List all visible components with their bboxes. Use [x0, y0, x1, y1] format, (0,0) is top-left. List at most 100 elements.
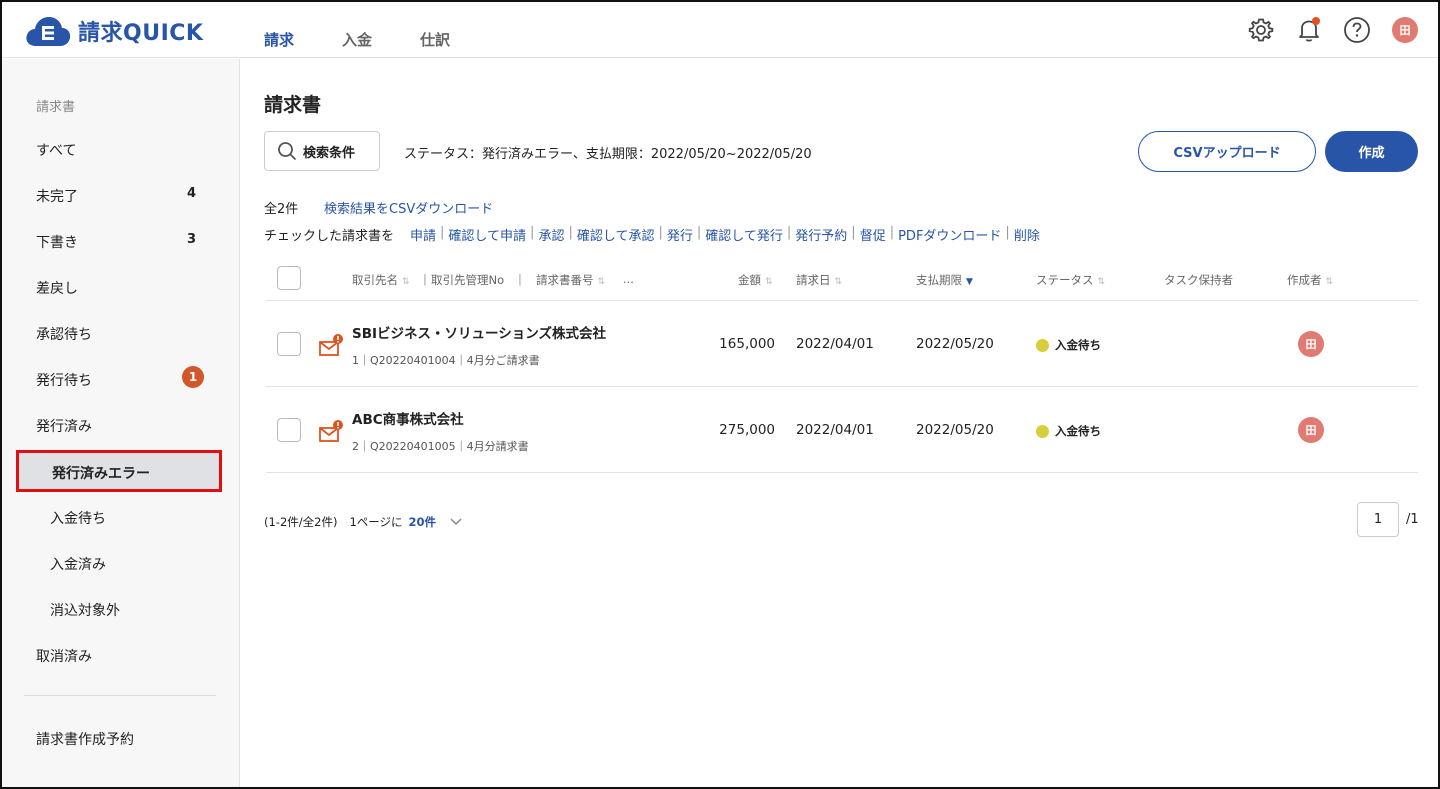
bulk-remind-link[interactable]: 督促 [860, 225, 886, 244]
separator: | [423, 272, 427, 286]
bulk-issue-link[interactable]: 発行 [667, 225, 693, 244]
pagination-range: (1-2件/全2件) [264, 515, 338, 529]
sidebar-divider [24, 695, 216, 696]
per-page-select[interactable]: 20件 [409, 514, 437, 530]
sidebar-item-label: 発行待ち [36, 373, 92, 389]
col-label: 支払期限 [916, 273, 962, 287]
send-error-mail-icon [319, 334, 343, 356]
col-invoice-no[interactable]: 請求書番号 ⇅ [536, 272, 605, 288]
user-menu-button[interactable]: 田 [1390, 15, 1420, 45]
select-all-checkbox[interactable] [277, 266, 301, 290]
sidebar-item-label: 発行済みエラー [52, 466, 150, 482]
col-invoice-date[interactable]: 請求日 ⇅ [796, 272, 842, 288]
sidebar-item-scheduled-creation[interactable]: 請求書作成予約 [36, 729, 206, 749]
col-due-date[interactable]: 支払期限 ▼ [916, 272, 973, 288]
col-customer[interactable]: 取引先名 ⇅ [352, 272, 410, 288]
col-creator[interactable]: 作成者 ⇅ [1287, 272, 1333, 288]
bulk-confirm-issue-link[interactable]: 確認して発行 [705, 225, 783, 244]
app-logo[interactable]: 請求QUICK [24, 14, 203, 48]
separator: | [786, 225, 792, 240]
row-checkbox[interactable] [277, 332, 301, 356]
col-label: ステータス [1036, 273, 1094, 287]
tab-invoice[interactable]: 請求 [264, 29, 294, 50]
bulk-pdf-download-link[interactable]: PDFダウンロード [898, 225, 1001, 244]
create-button[interactable]: 作成 [1325, 131, 1418, 172]
item-count: 3 [186, 232, 196, 247]
row-checkbox[interactable] [277, 418, 301, 442]
due-date: 2022/05/20 [916, 336, 994, 352]
sidebar-item-issued[interactable]: 発行済み [36, 416, 206, 436]
sidebar-item-drafts[interactable]: 下書き 3 [36, 232, 206, 252]
col-task-owner: タスク保持者 [1164, 273, 1233, 287]
separator: | [440, 225, 445, 240]
bulk-schedule-issue-link[interactable]: 発行予約 [795, 225, 847, 244]
sidebar-item-awaiting-payment[interactable]: 入金待ち [50, 508, 220, 528]
csv-upload-button[interactable]: CSVアップロード [1138, 131, 1316, 172]
bulk-apply-link[interactable]: 申請 [410, 225, 436, 244]
search-conditions-button[interactable]: 検索条件 [264, 131, 380, 171]
invoice-meta: 2｜Q20220401005｜4月分請求書 [352, 440, 529, 453]
notification-dot [1312, 17, 1320, 25]
chevron-down-icon[interactable] [450, 518, 462, 526]
bulk-approve-link[interactable]: 承認 [538, 225, 564, 244]
customer-name[interactable]: ABC商事株式会社 [352, 408, 464, 428]
awaiting-issue-badge: 1 [182, 366, 204, 388]
avatar: 田 [1392, 17, 1418, 43]
invoice-meta: 1｜Q20220401004｜4月分ご請求書 [352, 354, 540, 367]
page-title: 請求書 [264, 94, 322, 116]
col-more[interactable]: ... [623, 272, 634, 286]
help-button[interactable] [1342, 15, 1372, 45]
sidebar-item-label: 入金済み [50, 557, 106, 573]
separator: | [1005, 225, 1010, 240]
sidebar-item-cancelled[interactable]: 取消済み [36, 646, 206, 666]
sidebar-item-excluded[interactable]: 消込対象外 [50, 600, 220, 620]
per-page-label: 1ページに [349, 515, 403, 529]
sidebar-item-label: すべて [36, 143, 77, 159]
sidebar-item-issued-error[interactable]: 発行済みエラー [16, 450, 222, 492]
col-customer-code[interactable]: 取引先管理No [431, 272, 504, 288]
sidebar-item-label: 取消済み [36, 649, 92, 665]
app-window: 請求QUICK 請求 入金 仕訳 田 請求書 すべて 未完了 4 下書き 3 差… [0, 0, 1440, 789]
notifications-button[interactable] [1294, 15, 1324, 45]
search-button-label: 検索条件 [303, 145, 356, 161]
sidebar-item-all[interactable]: すべて [36, 140, 206, 160]
bulk-delete-link[interactable]: 削除 [1014, 225, 1040, 244]
table-row[interactable]: SBIビジネス・ソリューションズ株式会社 1｜Q20220401004｜4月分ご… [266, 301, 1418, 387]
page-total: /1 [1406, 512, 1419, 527]
separator: | [696, 225, 702, 240]
sidebar: 請求書 すべて 未完了 4 下書き 3 差戻し 承認待ち 発行待ち 1 発行済み 発… [2, 59, 240, 787]
sidebar-item-returned[interactable]: 差戻し [36, 278, 206, 298]
bulk-confirm-approve-link[interactable]: 確認して承認 [577, 225, 655, 244]
sidebar-item-label: 請求書作成予約 [36, 732, 134, 748]
sort-icon: ⇅ [597, 277, 606, 287]
col-label: 取引先名 [352, 273, 398, 287]
status-dot [1036, 338, 1049, 352]
sort-icon: ⇅ [402, 277, 410, 287]
creator-avatar: 田 [1298, 417, 1324, 443]
col-label: 取引先管理No [431, 273, 505, 287]
bulk-confirm-apply-link[interactable]: 確認して申請 [448, 225, 526, 244]
page-number-input[interactable]: 1 [1357, 502, 1399, 537]
sidebar-item-paid[interactable]: 入金済み [50, 554, 220, 574]
sidebar-item-awaiting-issue[interactable]: 発行待ち [36, 370, 206, 390]
col-status[interactable]: ステータス ⇅ [1036, 272, 1105, 288]
separator: | [851, 225, 856, 240]
cloud-logo-icon [26, 17, 71, 46]
col-amount[interactable]: 金額 ⇅ [738, 272, 773, 288]
tab-payment[interactable]: 入金 [342, 29, 372, 50]
csv-download-link[interactable]: 検索結果をCSVダウンロード [324, 198, 493, 217]
tab-journal[interactable]: 仕訳 [420, 29, 450, 50]
top-nav: 請求 入金 仕訳 [264, 29, 498, 50]
table-row[interactable]: ABC商事株式会社 2｜Q20220401005｜4月分請求書 275,000 … [266, 387, 1418, 473]
sidebar-item-label: 差戻し [36, 281, 78, 297]
sidebar-item-awaiting-approval[interactable]: 承認待ち [36, 324, 206, 344]
customer-name[interactable]: SBIビジネス・ソリューションズ株式会社 [352, 322, 606, 342]
help-icon [1344, 17, 1370, 43]
sidebar-item-incomplete[interactable]: 未完了 4 [36, 186, 206, 206]
status-label: 入金待ち [1055, 338, 1101, 352]
creator-avatar: 田 [1298, 331, 1324, 357]
settings-button[interactable] [1246, 15, 1276, 45]
col-label: 請求書番号 [536, 273, 594, 287]
sidebar-item-label: 消込対象外 [50, 603, 120, 619]
sort-icon: ⇅ [1325, 277, 1334, 287]
